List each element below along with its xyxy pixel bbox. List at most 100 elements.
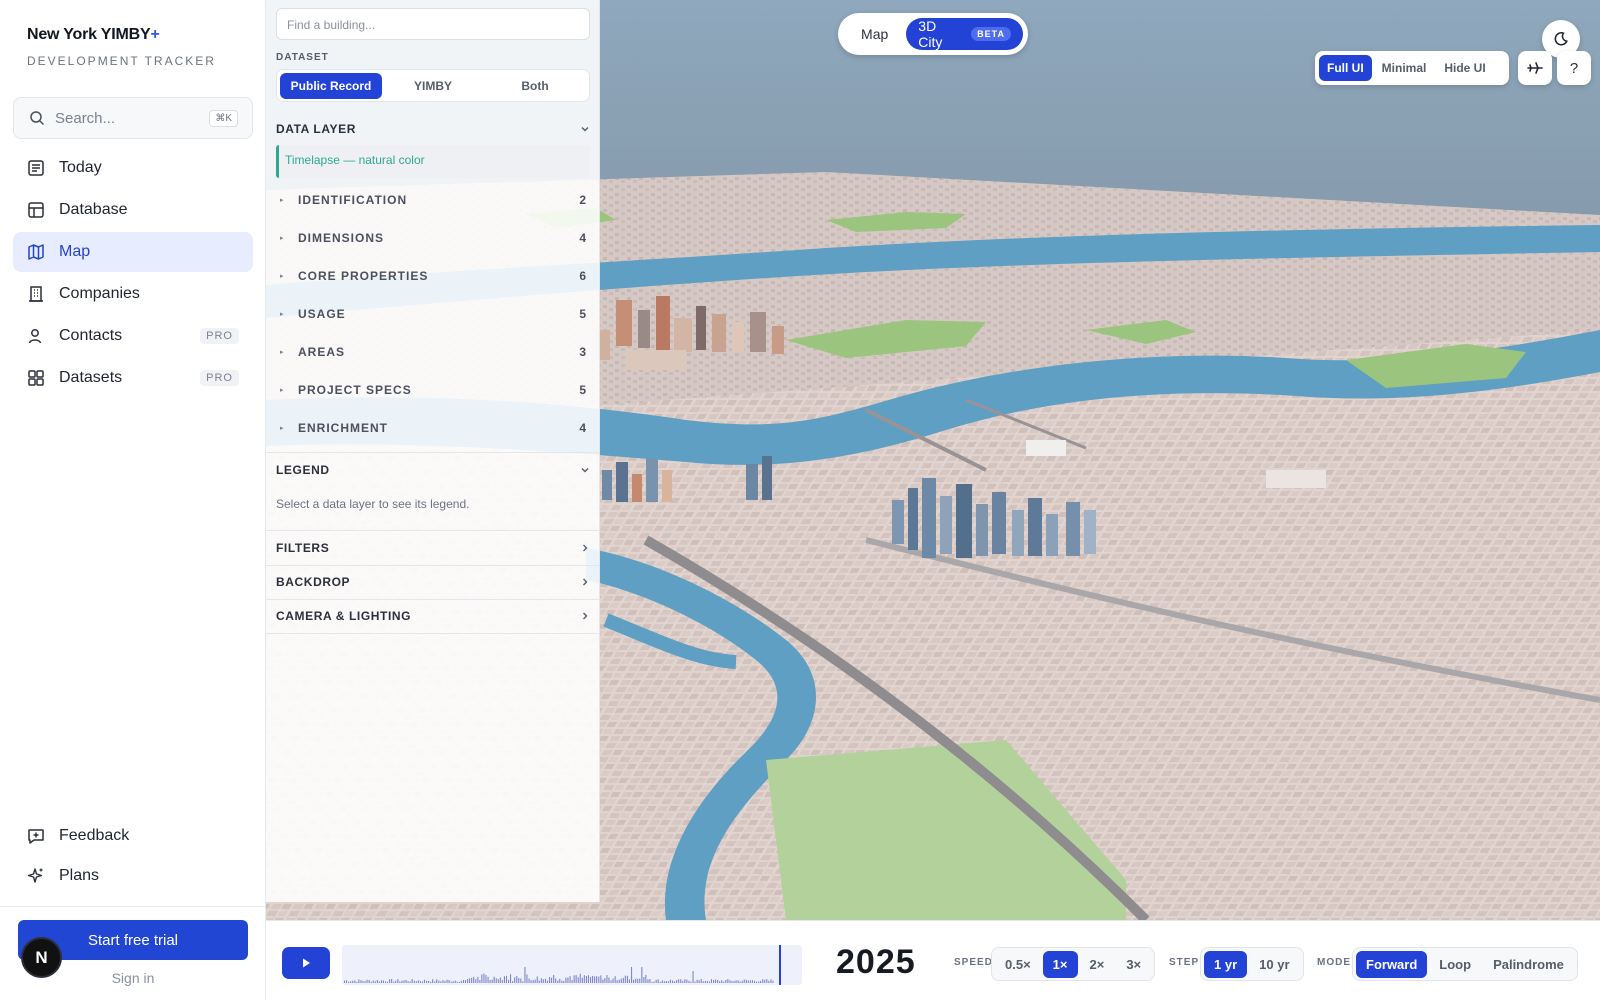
histogram-bar	[473, 976, 475, 983]
histogram-bar	[532, 980, 534, 983]
ui-mode-switch[interactable]: Full UI Minimal Hide UI	[1315, 51, 1509, 85]
3d-city-button[interactable]: 3D City BETA	[906, 18, 1023, 50]
nav-item-database[interactable]: Database	[13, 190, 253, 230]
histogram-bar	[407, 981, 409, 983]
histogram-bar	[620, 978, 622, 983]
histogram-bar	[602, 979, 604, 983]
find-building-input[interactable]: Find a building...	[276, 8, 590, 40]
nav-item-contacts[interactable]: Contacts PRO	[13, 316, 253, 356]
map-view-button[interactable]: Map	[843, 26, 906, 42]
timeline-histogram[interactable]	[342, 945, 802, 985]
nav-item-plans[interactable]: Plans	[13, 856, 253, 896]
histogram-bar	[350, 981, 352, 983]
histogram-bar	[743, 979, 745, 983]
current-year: 2025	[836, 943, 916, 981]
dataset-public-record[interactable]: Public Record	[280, 72, 382, 99]
data-layer-header[interactable]: DATA LAYER	[276, 119, 590, 139]
user-icon	[28, 329, 42, 344]
histogram-bar	[360, 980, 362, 983]
speed-3x[interactable]: 3×	[1116, 951, 1151, 978]
legend-header[interactable]: LEGEND	[276, 460, 590, 480]
property-group-areas[interactable]: ▸ AREAS 3	[276, 341, 590, 363]
help-button[interactable]: ?	[1557, 51, 1591, 85]
backdrop-header[interactable]: BACKDROP	[276, 572, 590, 592]
histogram-bar	[557, 980, 559, 983]
property-group-core-properties[interactable]: ▸ CORE PROPERTIES 6	[276, 265, 590, 287]
step-1yr[interactable]: 1 yr	[1204, 950, 1248, 978]
search-input[interactable]: Search... ⌘K	[13, 97, 253, 139]
camera-lighting-header[interactable]: CAMERA & LIGHTING	[276, 606, 590, 626]
property-group-identification[interactable]: ▸ IDENTIFICATION 2	[276, 189, 590, 211]
property-group-dimensions[interactable]: ▸ DIMENSIONS 4	[276, 227, 590, 249]
histogram-bar	[649, 979, 651, 983]
mode-selector[interactable]: Forward Loop Palindrome	[1352, 947, 1578, 981]
nav-item-today[interactable]: Today	[13, 148, 253, 188]
property-group-usage[interactable]: ▸ USAGE 5	[276, 303, 590, 325]
section-divider	[266, 633, 600, 634]
property-group-project-specs[interactable]: ▸ PROJECT SPECS 5	[276, 379, 590, 401]
mode-loop[interactable]: Loop	[1429, 951, 1481, 978]
histogram-bar	[430, 981, 432, 983]
histogram-bar	[542, 979, 544, 983]
histogram-bar	[467, 979, 469, 983]
moon-icon	[1554, 32, 1568, 46]
nav-item-datasets[interactable]: Datasets PRO	[13, 358, 253, 398]
dataset-selector[interactable]: Public Record YIMBY Both	[276, 69, 590, 102]
3d-city-label: 3D City	[918, 18, 943, 50]
property-group-label: ENRICHMENT	[298, 421, 388, 435]
active-layer-item[interactable]: Timelapse — natural color	[276, 145, 590, 178]
timeline-bar: 2025 SPEED 0.5× 1× 2× 3× STEP 1 yr 10 yr…	[266, 920, 1600, 1000]
histogram-bar	[471, 977, 473, 983]
timeline-playhead[interactable]	[779, 945, 781, 985]
histogram-bar	[559, 978, 561, 983]
play-button[interactable]	[282, 947, 330, 979]
caret-right-icon: ▸	[280, 387, 284, 394]
histogram-bar	[362, 980, 364, 983]
avatar[interactable]: N	[21, 937, 62, 978]
speed-0-5x[interactable]: 0.5×	[995, 951, 1041, 978]
hide-ui-option[interactable]: Hide UI	[1436, 55, 1493, 81]
histogram-bar	[458, 981, 460, 983]
histogram-bar	[432, 979, 434, 983]
histogram-bar	[372, 980, 374, 983]
histogram-bar	[442, 980, 444, 983]
nav-item-map[interactable]: Map	[13, 232, 253, 272]
speed-2x[interactable]: 2×	[1080, 951, 1115, 978]
nav-item-feedback[interactable]: Feedback	[13, 816, 253, 856]
histogram-bar	[682, 980, 684, 983]
speed-selector[interactable]: 0.5× 1× 2× 3×	[991, 947, 1156, 981]
speed-1x[interactable]: 1×	[1042, 950, 1078, 978]
histogram-bar	[534, 979, 536, 983]
dataset-label: DATASET	[276, 52, 329, 63]
layer-panel: Find a building... DATASET Public Record…	[266, 0, 600, 902]
app-sidebar: New York YIMBY+ DEVELOPMENT TRACKER Sear…	[0, 0, 266, 1000]
histogram-bar	[348, 981, 350, 983]
histogram-bar	[460, 980, 462, 983]
brand-title[interactable]: New York YIMBY+	[27, 26, 160, 44]
caret-right-icon: ▸	[280, 349, 284, 356]
histogram-bar	[546, 980, 548, 983]
histogram-bar	[417, 980, 419, 983]
full-ui-option[interactable]: Full UI	[1319, 55, 1372, 81]
histogram-bar	[747, 980, 749, 983]
step-10yr[interactable]: 10 yr	[1249, 951, 1299, 978]
histogram-bar	[579, 973, 581, 983]
view-toggle[interactable]: Map 3D City BETA	[838, 13, 1028, 55]
dataset-both[interactable]: Both	[484, 73, 586, 99]
step-selector[interactable]: 1 yr 10 yr	[1200, 947, 1304, 981]
histogram-bar	[549, 977, 551, 983]
chevron-down-icon	[581, 468, 589, 473]
mode-palindrome[interactable]: Palindrome	[1483, 951, 1574, 978]
flyover-button[interactable]	[1518, 51, 1552, 85]
histogram-bar	[719, 981, 721, 983]
mode-forward[interactable]: Forward	[1356, 950, 1428, 978]
minimal-option[interactable]: Minimal	[1374, 55, 1435, 81]
nav-item-companies[interactable]: Companies	[13, 274, 253, 314]
filters-header[interactable]: FILTERS	[276, 538, 590, 558]
histogram-bar	[462, 980, 464, 983]
property-group-enrichment[interactable]: ▸ ENRICHMENT 4	[276, 417, 590, 439]
histogram-bar	[510, 974, 512, 983]
histogram-bar	[631, 967, 633, 983]
histogram-bar	[585, 976, 587, 983]
dataset-yimby[interactable]: YIMBY	[382, 73, 484, 99]
